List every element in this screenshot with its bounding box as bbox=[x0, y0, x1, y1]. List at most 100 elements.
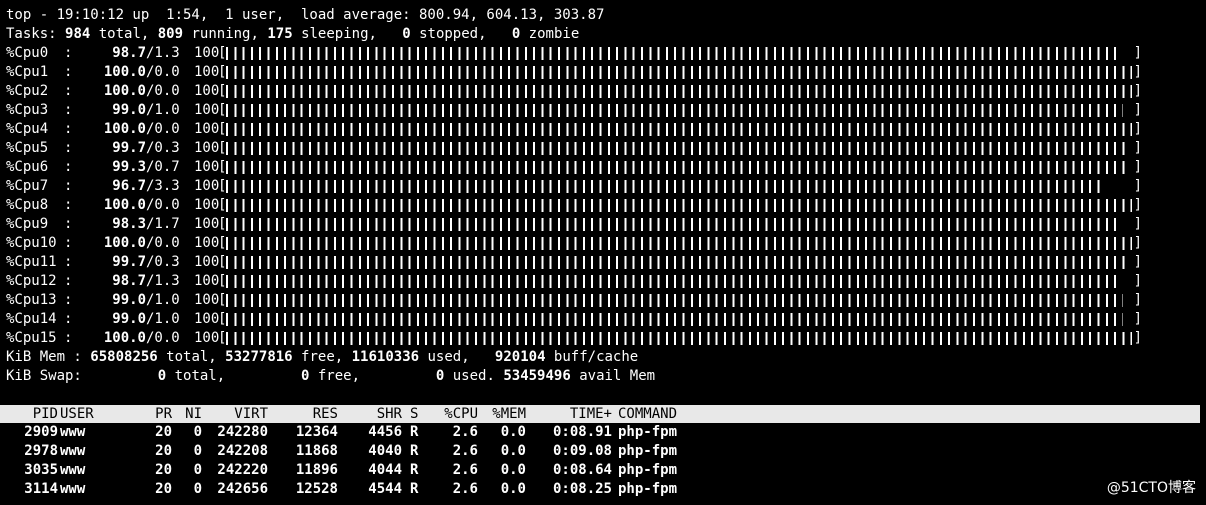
cpu-user-percent: 98.7 bbox=[112, 273, 146, 289]
cpu-row: %Cpu5: 99.7/0.3 100[] bbox=[6, 139, 1202, 158]
cpu-user-percent: 100.0 bbox=[103, 83, 146, 99]
process-res: 11896 bbox=[295, 462, 338, 478]
swap-avail: 53459496 bbox=[503, 368, 571, 384]
cpu-max: 100 bbox=[194, 64, 220, 80]
cpu-label: %Cpu14 bbox=[6, 311, 57, 327]
column-header-virt[interactable]: VIRT bbox=[208, 405, 268, 423]
cpu-user-percent: 99.3 bbox=[112, 159, 146, 175]
process-row[interactable]: 3035 www 20 0 242220 11896 4044 R 2.6 0.0 0:08.64 p… bbox=[6, 461, 1202, 480]
tasks-sleeping: 175 bbox=[267, 26, 293, 42]
column-header-command[interactable]: COMMAND bbox=[618, 405, 718, 423]
bar-right-bracket: ] bbox=[1133, 102, 1142, 118]
mem-used-label: used, bbox=[419, 349, 495, 365]
process-command: php-fpm bbox=[618, 443, 678, 459]
cpu-user-percent: 99.0 bbox=[112, 311, 146, 327]
mem-buff-label: buff/cache bbox=[545, 349, 639, 365]
tasks-prefix: Tasks: bbox=[6, 26, 66, 42]
cpu-label: %Cpu6 bbox=[6, 159, 49, 175]
cpu-label: %Cpu8 bbox=[6, 197, 49, 213]
cpu-max: 100 bbox=[194, 254, 220, 270]
cpu-usage-bar: [] bbox=[218, 139, 1142, 158]
process-user: www bbox=[60, 462, 86, 478]
cpu-colon: : bbox=[64, 273, 73, 289]
column-header-state[interactable]: S bbox=[410, 405, 426, 423]
cpu-usage-bar: [] bbox=[218, 310, 1142, 329]
process-row[interactable]: 3114 www 20 0 242656 12528 4544 R 2.6 0.0 0:08.25 p… bbox=[6, 480, 1202, 499]
cpu-colon: : bbox=[64, 216, 73, 232]
cpu-system-percent: /1.7 bbox=[146, 216, 180, 232]
process-table-header[interactable]: PID USER PR NI VIRT RES SHR S %CPU %MEM TIME+ COMMA… bbox=[0, 405, 1200, 423]
column-header-cpu[interactable]: %CPU bbox=[430, 405, 478, 423]
mem-prefix: KiB Mem : bbox=[6, 349, 91, 365]
bar-right-bracket: ] bbox=[1133, 330, 1142, 346]
process-time: 0:08.25 bbox=[552, 481, 612, 497]
cpu-max: 100 bbox=[194, 178, 220, 194]
process-pr: 20 bbox=[155, 462, 172, 478]
process-state: R bbox=[410, 443, 419, 459]
cpu-system-percent: /1.3 bbox=[146, 273, 180, 289]
cpu-row: %Cpu0: 98.7/1.3 100[] bbox=[6, 44, 1202, 63]
cpu-colon: : bbox=[64, 330, 73, 346]
bar-right-bracket: ] bbox=[1133, 45, 1142, 61]
mem-total-label: total, bbox=[157, 349, 226, 365]
process-pid: 2909 bbox=[24, 424, 58, 440]
process-command: php-fpm bbox=[618, 481, 678, 497]
tasks-running: 809 bbox=[157, 26, 184, 42]
tasks-total: 984 bbox=[65, 26, 91, 42]
process-pr: 20 bbox=[155, 443, 172, 459]
process-pr: 20 bbox=[155, 481, 172, 497]
column-header-user[interactable]: USER bbox=[60, 405, 140, 423]
column-header-res[interactable]: RES bbox=[274, 405, 338, 423]
column-header-time[interactable]: TIME+ bbox=[532, 405, 612, 423]
cpu-row: %Cpu10: 100.0/0.0 100[] bbox=[6, 234, 1202, 253]
process-virt: 242656 bbox=[217, 481, 268, 497]
uptime-line: top - 19:10:12 up 1:54, 1 user, load ave… bbox=[6, 7, 605, 23]
cpu-usage-bar: [] bbox=[218, 158, 1142, 177]
cpu-system-percent: /0.3 bbox=[146, 254, 180, 270]
cpu-max: 100 bbox=[194, 273, 220, 289]
cpu-colon: : bbox=[64, 292, 73, 308]
cpu-usage-fill bbox=[226, 294, 1123, 307]
column-header-mem[interactable]: %MEM bbox=[484, 405, 526, 423]
cpu-row: %Cpu11: 99.7/0.3 100[] bbox=[6, 253, 1202, 272]
cpu-max: 100 bbox=[194, 330, 220, 346]
cpu-usage-bar: [] bbox=[218, 101, 1142, 120]
cpu-usage-fill bbox=[226, 237, 1132, 250]
cpu-max: 100 bbox=[194, 235, 220, 251]
column-header-shr[interactable]: SHR bbox=[342, 405, 402, 423]
cpu-usage-fill bbox=[226, 123, 1132, 136]
process-mem: 0.0 bbox=[500, 481, 526, 497]
process-shr: 4544 bbox=[368, 481, 402, 497]
cpu-system-percent: /0.7 bbox=[146, 159, 180, 175]
cpu-label: %Cpu0 bbox=[6, 45, 49, 61]
swap-line: KiB Swap: 0 total, 0 free, 0 used. 53459… bbox=[6, 367, 1202, 386]
tasks-sleeping-label: sleeping, bbox=[292, 26, 403, 42]
bar-right-bracket: ] bbox=[1133, 216, 1142, 232]
process-cpu: 2.6 bbox=[452, 424, 478, 440]
cpu-usage-fill bbox=[226, 275, 1120, 288]
column-header-pr[interactable]: PR bbox=[142, 405, 172, 423]
bar-right-bracket: ] bbox=[1133, 178, 1142, 194]
process-row[interactable]: 2909 www 20 0 242280 12364 4456 R 2.6 0.0 0:08.91 p… bbox=[6, 423, 1202, 442]
cpu-label: %Cpu2 bbox=[6, 83, 49, 99]
cpu-colon: : bbox=[64, 45, 73, 61]
cpu-max: 100 bbox=[194, 197, 220, 213]
mem-free: 53277816 bbox=[225, 349, 293, 365]
cpu-usage-bar: [] bbox=[218, 253, 1142, 272]
process-mem: 0.0 bbox=[500, 424, 526, 440]
process-user: www bbox=[60, 481, 86, 497]
cpu-usage-fill bbox=[226, 161, 1126, 174]
column-header-pid[interactable]: PID bbox=[16, 405, 58, 423]
process-user: www bbox=[60, 424, 86, 440]
process-row[interactable]: 2978 www 20 0 242208 11868 4040 R 2.6 0.0 0:09.08 p… bbox=[6, 442, 1202, 461]
process-ni: 0 bbox=[193, 443, 202, 459]
column-header-ni[interactable]: NI bbox=[176, 405, 202, 423]
process-table-body: 2909 www 20 0 242280 12364 4456 R 2.6 0.0 0:08.91 p… bbox=[6, 423, 1202, 499]
mem-total: 65808256 bbox=[90, 349, 158, 365]
cpu-user-percent: 100.0 bbox=[103, 197, 146, 213]
process-time: 0:09.08 bbox=[552, 443, 612, 459]
cpu-user-percent: 99.7 bbox=[112, 140, 146, 156]
cpu-label: %Cpu10 bbox=[6, 235, 57, 251]
cpu-usage-bar: [] bbox=[218, 272, 1142, 291]
mem-used: 11610336 bbox=[351, 349, 420, 365]
